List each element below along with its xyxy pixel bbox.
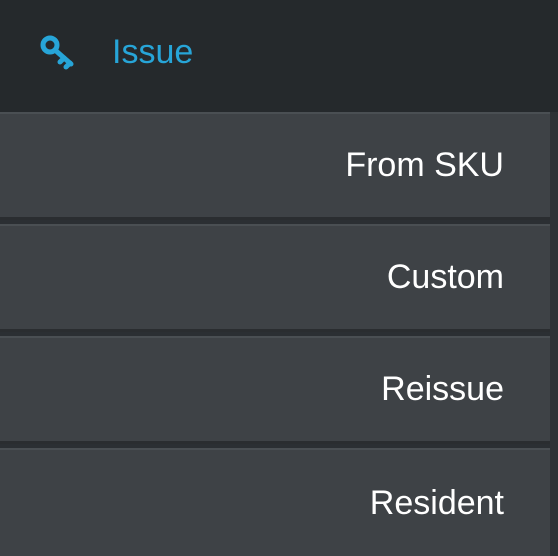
menu-item-resident[interactable]: Resident: [0, 448, 550, 556]
menu-item-custom[interactable]: Custom: [0, 224, 550, 332]
menu-item-label: Custom: [386, 258, 504, 296]
menu-item-from-sku[interactable]: From SKU: [0, 112, 550, 220]
menu-item-label: Reissue: [381, 370, 504, 408]
issue-menu: Issue From SKU Custom Reissue Resident: [0, 0, 558, 556]
key-icon: [40, 35, 74, 70]
menu-item-label: Resident: [369, 483, 504, 522]
menu-right-edge: [550, 112, 558, 556]
menu-item-label: From SKU: [345, 146, 504, 184]
menu-header-issue[interactable]: Issue: [0, 0, 558, 112]
menu-header-label: Issue: [112, 33, 194, 71]
menu-item-reissue[interactable]: Reissue: [0, 336, 550, 444]
